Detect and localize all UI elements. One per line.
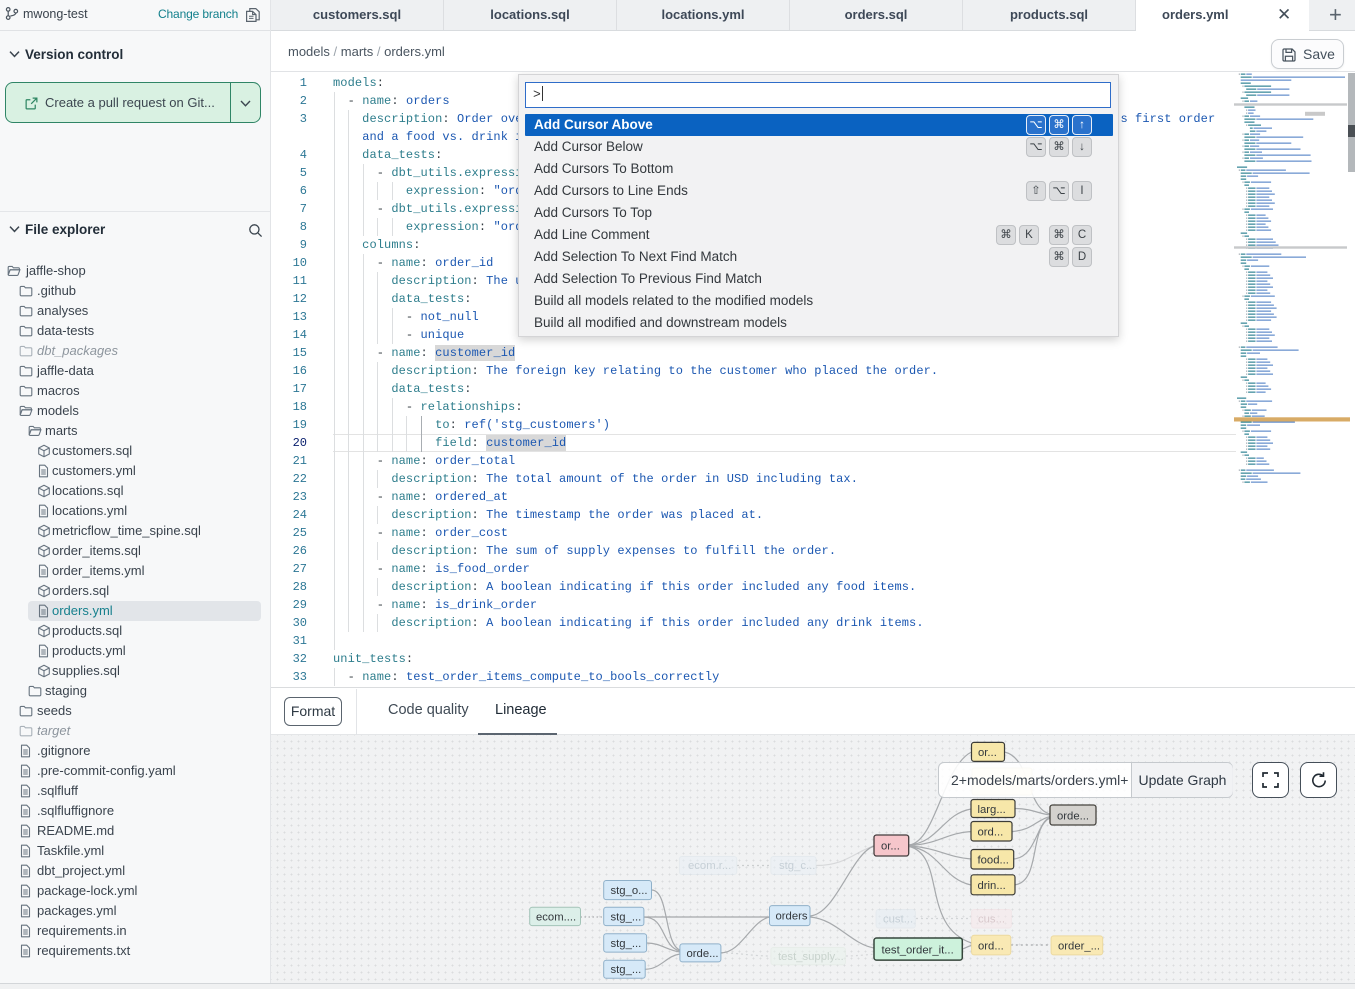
svg-text:or...: or... [978, 747, 997, 759]
svg-text:cus...: cus... [978, 914, 1005, 926]
svg-text:ecom.r...: ecom.r... [688, 860, 731, 872]
svg-text:cust...: cust... [883, 914, 913, 926]
svg-text:drin...: drin... [978, 880, 1006, 892]
svg-text:stg_o...: stg_o... [611, 885, 648, 897]
svg-text:stg_...: stg_... [611, 911, 642, 923]
svg-text:food...: food... [978, 855, 1009, 867]
svg-text:ord...: ord... [978, 940, 1004, 952]
svg-text:orders: orders [776, 911, 808, 923]
svg-text:test_order_it...: test_order_it... [882, 945, 954, 957]
svg-text:ecom....: ecom.... [536, 911, 576, 923]
svg-text:stg_c...: stg_c... [779, 860, 815, 872]
svg-text:larg...: larg... [978, 804, 1006, 816]
svg-text:or...: or... [881, 841, 900, 853]
svg-text:stg_...: stg_... [611, 964, 642, 976]
svg-text:stg_...: stg_... [611, 938, 642, 950]
svg-text:order_...: order_... [1058, 940, 1100, 952]
svg-text:ord...: ord... [978, 827, 1004, 839]
svg-text:orde...: orde... [1057, 810, 1089, 822]
svg-text:test_supply...: test_supply... [778, 951, 844, 963]
svg-text:orde...: orde... [687, 948, 719, 960]
